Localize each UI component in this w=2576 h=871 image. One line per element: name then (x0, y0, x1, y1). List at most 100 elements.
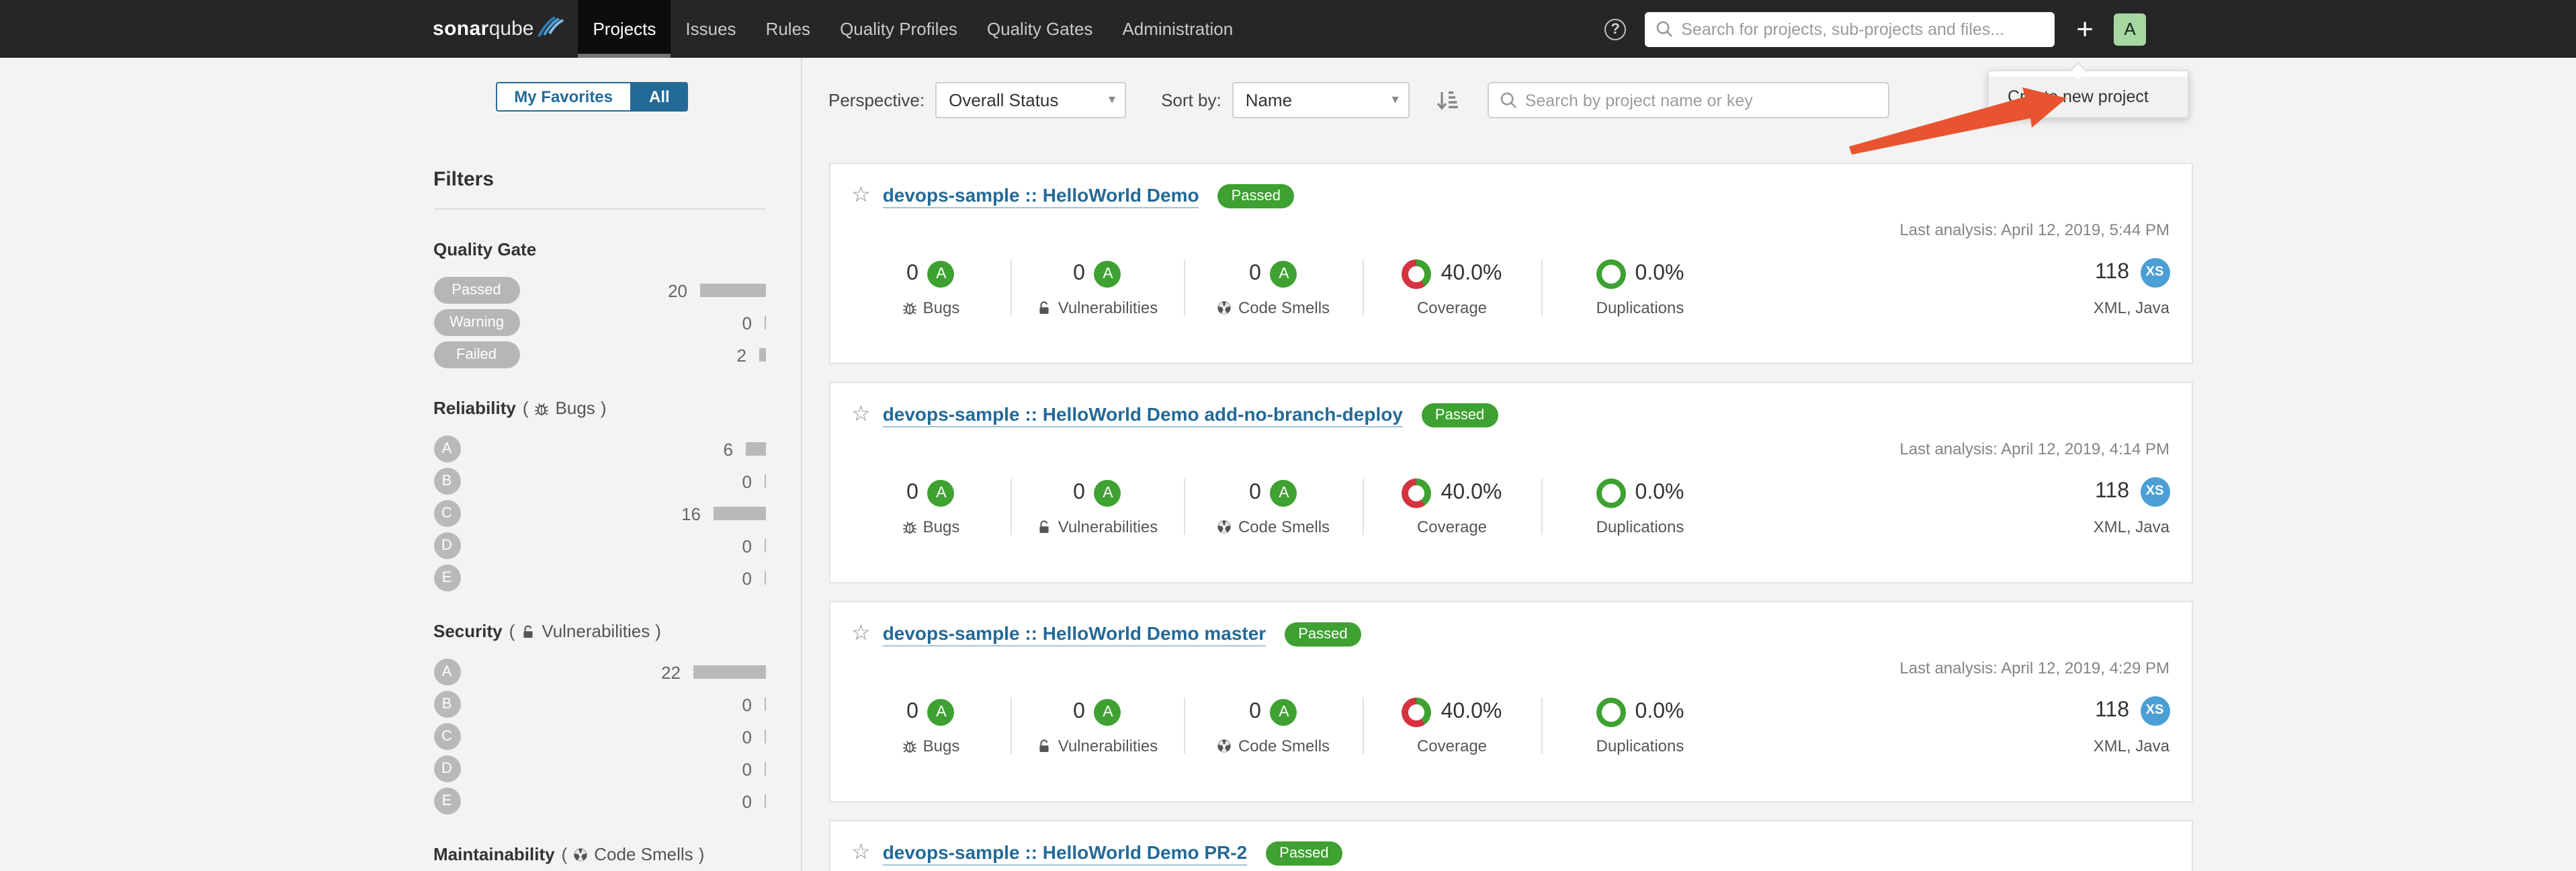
sort-direction-icon[interactable] (1436, 89, 1458, 111)
duplications-label: Duplications (1596, 517, 1684, 536)
project-link[interactable]: devops-sample :: HelloWorld Demo PR-2 (882, 841, 1248, 866)
size-rating-badge: XS (2140, 258, 2170, 288)
coverage-donut-icon (1402, 478, 1432, 507)
reliability-filter-row[interactable]: A 6 (433, 436, 765, 462)
rating-circle: D (433, 755, 460, 782)
duplications-value[interactable]: 0.0% (1635, 700, 1684, 724)
nav-item-quality-gates[interactable]: Quality Gates (972, 0, 1108, 58)
reliability-filter-row[interactable]: D 0 (433, 532, 765, 559)
size-rating-badge: XS (2140, 477, 2170, 507)
duplications-value[interactable]: 0.0% (1635, 261, 1684, 286)
nav-item-quality-profiles[interactable]: Quality Profiles (825, 0, 972, 58)
main-nav: Projects Issues Rules Quality Profiles Q… (578, 0, 1248, 58)
filter-bar (759, 348, 765, 362)
project-link[interactable]: devops-sample :: HelloWorld Demo add-no-… (882, 403, 1403, 427)
perspective-select[interactable]: Overall Status ▾ (935, 82, 1127, 118)
create-plus-button[interactable]: + (2076, 13, 2094, 44)
quality-gate-filter-row[interactable]: Failed 2 (433, 341, 765, 368)
project-search-input[interactable] (1525, 91, 1877, 110)
rating-circle: C (433, 500, 460, 527)
nav-item-projects[interactable]: Projects (578, 0, 671, 58)
project-search[interactable] (1487, 82, 1889, 118)
rating-circle: A (433, 436, 460, 462)
global-search-input[interactable] (1681, 19, 2045, 38)
vulnerabilities-count[interactable]: 0 (1073, 261, 1085, 286)
security-filter-row[interactable]: C 0 (433, 723, 765, 750)
favorite-star-icon[interactable]: ☆ (851, 404, 871, 426)
size-rating-badge: XS (2140, 696, 2170, 726)
reliability-rows: A 6 B 0 C 16 D 0 E 0 (433, 436, 765, 591)
vulnerabilities-rating-badge: A (1094, 260, 1121, 287)
avatar[interactable]: A (2114, 13, 2146, 45)
code-smells-count[interactable]: 0 (1249, 700, 1261, 724)
project-link[interactable]: devops-sample :: HelloWorld Demo (882, 184, 1199, 208)
code-smells-count[interactable]: 0 (1249, 481, 1261, 505)
rating-circle: B (433, 691, 460, 718)
unlock-icon (523, 624, 533, 637)
code-smell-icon (1218, 300, 1232, 314)
bug-icon (535, 403, 549, 415)
maintainability-subtitle: Code Smells (594, 844, 693, 864)
loc-count[interactable]: 118 (2095, 261, 2129, 285)
reliability-filter-row[interactable]: E 0 (433, 565, 765, 591)
coverage-value[interactable]: 40.0% (1441, 261, 1502, 286)
quality-gate-status-badge: Passed (1266, 841, 1342, 866)
chevron-down-icon: ▾ (1391, 93, 1399, 108)
reliability-subtitle: Bugs (555, 398, 595, 418)
loc-count[interactable]: 118 (2095, 480, 2129, 504)
security-filter-row[interactable]: E 0 (433, 788, 765, 815)
filter-count: 16 (681, 503, 701, 524)
bugs-count[interactable]: 0 (906, 481, 918, 505)
sonarqube-logo[interactable]: sonar qube (433, 0, 564, 58)
duplications-value[interactable]: 0.0% (1635, 481, 1684, 505)
vulnerabilities-count[interactable]: 0 (1073, 481, 1085, 505)
loc-count[interactable]: 118 (2095, 699, 2129, 723)
quality-gate-filter-row[interactable]: Warning 0 (433, 309, 765, 336)
coverage-value[interactable]: 40.0% (1441, 700, 1502, 724)
project-link[interactable]: devops-sample :: HelloWorld Demo master (882, 622, 1266, 647)
metric-vulnerabilities: 0 A Vulnerabilities (1011, 259, 1183, 317)
filter-count: 0 (742, 694, 752, 714)
quality-gate-status-badge: Passed (1285, 622, 1361, 647)
reliability-filter-row[interactable]: B 0 (433, 468, 765, 495)
filter-bar (745, 442, 765, 456)
reliability-filter-row[interactable]: C 16 (433, 500, 765, 527)
sort-select[interactable]: Name ▾ (1232, 82, 1410, 118)
help-icon[interactable]: ? (1604, 18, 1627, 40)
rating-circle: B (433, 468, 460, 495)
last-analysis-date: Last analysis: April 12, 2019, 4:29 PM (1899, 659, 2170, 677)
vulnerabilities-count[interactable]: 0 (1073, 700, 1085, 724)
security-filter-row[interactable]: D 0 (433, 755, 765, 782)
coverage-value[interactable]: 40.0% (1441, 481, 1502, 505)
nav-item-rules[interactable]: Rules (751, 0, 826, 58)
security-filter-row[interactable]: B 0 (433, 691, 765, 718)
favorite-star-icon[interactable]: ☆ (851, 185, 871, 207)
favorite-star-icon[interactable]: ☆ (851, 842, 871, 864)
all-button[interactable]: All (630, 82, 689, 112)
filter-bar (764, 316, 765, 329)
favorite-star-icon[interactable]: ☆ (851, 623, 871, 645)
project-card: ☆ devops-sample :: HelloWorld Demo add-n… (828, 382, 2192, 583)
metric-coverage: 40.0% Coverage (1363, 259, 1541, 317)
filter-bar (713, 507, 765, 520)
bugs-count[interactable]: 0 (906, 261, 918, 286)
reliability-section: Reliability (Bugs) A 6 B 0 C 16 D 0 E … (433, 398, 765, 591)
duplications-ring-icon (1596, 697, 1626, 727)
filter-count: 0 (742, 791, 752, 811)
nav-item-issues[interactable]: Issues (671, 0, 750, 58)
quality-gate-filter-row[interactable]: Passed 20 (433, 277, 765, 304)
my-favorites-button[interactable]: My Favorites (495, 82, 630, 112)
bugs-count[interactable]: 0 (906, 700, 918, 724)
code-smells-count[interactable]: 0 (1249, 261, 1261, 286)
duplications-label: Duplications (1596, 298, 1684, 317)
global-search[interactable] (1645, 11, 2055, 46)
filter-bar (764, 730, 765, 743)
security-subtitle: Vulnerabilities (542, 621, 650, 641)
nav-item-administration[interactable]: Administration (1107, 0, 1248, 58)
bugs-label: Bugs (922, 736, 960, 755)
search-icon (1656, 21, 1673, 38)
security-filter-row[interactable]: A 22 (433, 659, 765, 686)
bugs-label: Bugs (922, 298, 960, 317)
perspective-label: Perspective: (828, 90, 925, 110)
metric-bugs: 0 A Bugs (851, 478, 1010, 536)
